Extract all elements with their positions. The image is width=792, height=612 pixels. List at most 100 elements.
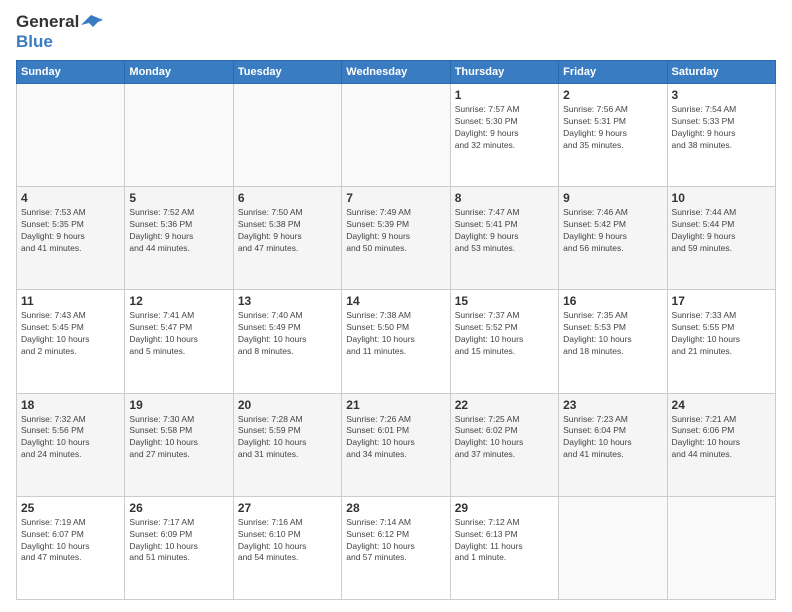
day-number: 26 [129,501,228,515]
calendar-cell: 24 Sunrise: 7:21 AM Sunset: 6:06 PM Dayli… [667,393,775,496]
day-info: Sunrise: 7:38 AM Sunset: 5:50 PM Dayligh… [346,310,445,358]
day-number: 12 [129,294,228,308]
day-number: 24 [672,398,771,412]
calendar-cell: 29 Sunrise: 7:12 AM Sunset: 6:13 PM Dayli… [450,496,558,599]
day-number: 28 [346,501,445,515]
day-info: Sunrise: 7:37 AM Sunset: 5:52 PM Dayligh… [455,310,554,358]
day-info: Sunrise: 7:21 AM Sunset: 6:06 PM Dayligh… [672,414,771,462]
calendar-cell [17,84,125,187]
day-number: 14 [346,294,445,308]
calendar-week-row: 1 Sunrise: 7:57 AM Sunset: 5:30 PM Daylig… [17,84,776,187]
day-info: Sunrise: 7:47 AM Sunset: 5:41 PM Dayligh… [455,207,554,255]
day-info: Sunrise: 7:54 AM Sunset: 5:33 PM Dayligh… [672,104,771,152]
day-number: 5 [129,191,228,205]
day-number: 16 [563,294,662,308]
logo-bird-icon [81,15,103,31]
calendar-cell: 22 Sunrise: 7:25 AM Sunset: 6:02 PM Dayli… [450,393,558,496]
calendar-cell: 7Sunrise: 7:49 AM Sunset: 5:39 PM Daylig… [342,187,450,290]
day-info: Sunrise: 7:32 AM Sunset: 5:56 PM Dayligh… [21,414,120,462]
day-info: Sunrise: 7:26 AM Sunset: 6:01 PM Dayligh… [346,414,445,462]
calendar-cell [342,84,450,187]
day-info: Sunrise: 7:33 AM Sunset: 5:55 PM Dayligh… [672,310,771,358]
calendar-cell: 15 Sunrise: 7:37 AM Sunset: 5:52 PM Dayli… [450,290,558,393]
day-number: 17 [672,294,771,308]
calendar-week-row: 18 Sunrise: 7:32 AM Sunset: 5:56 PM Dayli… [17,393,776,496]
calendar-cell [233,84,341,187]
day-number: 9 [563,191,662,205]
header: General Blue [16,12,776,52]
day-info: Sunrise: 7:17 AM Sunset: 6:09 PM Dayligh… [129,517,228,565]
calendar-cell: 16 Sunrise: 7:35 AM Sunset: 5:53 PM Dayli… [559,290,667,393]
day-number: 3 [672,88,771,102]
calendar-cell: 4 Sunrise: 7:53 AM Sunset: 5:35 PM Daylig… [17,187,125,290]
day-number: 6 [238,191,337,205]
day-number: 10 [672,191,771,205]
calendar-cell: 13Sunrise: 7:40 AM Sunset: 5:49 PM Dayli… [233,290,341,393]
day-info: Sunrise: 7:14 AM Sunset: 6:12 PM Dayligh… [346,517,445,565]
calendar-cell: 17 Sunrise: 7:33 AM Sunset: 5:55 PM Dayli… [667,290,775,393]
day-info: Sunrise: 7:43 AM Sunset: 5:45 PM Dayligh… [21,310,120,358]
day-info: Sunrise: 7:16 AM Sunset: 6:10 PM Dayligh… [238,517,337,565]
day-number: 2 [563,88,662,102]
day-info: Sunrise: 7:12 AM Sunset: 6:13 PM Dayligh… [455,517,554,565]
day-info: Sunrise: 7:49 AM Sunset: 5:39 PM Dayligh… [346,207,445,255]
day-header-sunday: Sunday [17,61,125,84]
day-number: 18 [21,398,120,412]
page: General Blue SundayMondayTuesdayWednesda… [0,0,792,612]
day-info: Sunrise: 7:41 AM Sunset: 5:47 PM Dayligh… [129,310,228,358]
calendar-cell [125,84,233,187]
day-info: Sunrise: 7:53 AM Sunset: 5:35 PM Dayligh… [21,207,120,255]
calendar-table: SundayMondayTuesdayWednesdayThursdayFrid… [16,60,776,600]
logo-general: General [16,12,79,32]
calendar-cell: 26 Sunrise: 7:17 AM Sunset: 6:09 PM Dayli… [125,496,233,599]
calendar-cell: 14 Sunrise: 7:38 AM Sunset: 5:50 PM Dayli… [342,290,450,393]
day-header-friday: Friday [559,61,667,84]
day-info: Sunrise: 7:35 AM Sunset: 5:53 PM Dayligh… [563,310,662,358]
calendar-header-row: SundayMondayTuesdayWednesdayThursdayFrid… [17,61,776,84]
calendar-cell: 12 Sunrise: 7:41 AM Sunset: 5:47 PM Dayli… [125,290,233,393]
day-number: 15 [455,294,554,308]
day-header-thursday: Thursday [450,61,558,84]
day-number: 19 [129,398,228,412]
calendar-week-row: 25Sunrise: 7:19 AM Sunset: 6:07 PM Dayli… [17,496,776,599]
day-number: 4 [21,191,120,205]
day-info: Sunrise: 7:30 AM Sunset: 5:58 PM Dayligh… [129,414,228,462]
day-number: 1 [455,88,554,102]
day-header-saturday: Saturday [667,61,775,84]
calendar-cell: 1 Sunrise: 7:57 AM Sunset: 5:30 PM Daylig… [450,84,558,187]
calendar-cell: 18 Sunrise: 7:32 AM Sunset: 5:56 PM Dayli… [17,393,125,496]
day-info: Sunrise: 7:28 AM Sunset: 5:59 PM Dayligh… [238,414,337,462]
calendar-cell: 20Sunrise: 7:28 AM Sunset: 5:59 PM Dayli… [233,393,341,496]
day-info: Sunrise: 7:56 AM Sunset: 5:31 PM Dayligh… [563,104,662,152]
day-number: 13 [238,294,337,308]
day-info: Sunrise: 7:25 AM Sunset: 6:02 PM Dayligh… [455,414,554,462]
day-number: 29 [455,501,554,515]
logo: General Blue [16,12,103,52]
calendar-cell [559,496,667,599]
day-number: 27 [238,501,337,515]
day-info: Sunrise: 7:44 AM Sunset: 5:44 PM Dayligh… [672,207,771,255]
logo-blue: Blue [16,32,53,51]
calendar-cell: 11 Sunrise: 7:43 AM Sunset: 5:45 PM Dayli… [17,290,125,393]
calendar-cell: 10 Sunrise: 7:44 AM Sunset: 5:44 PM Dayli… [667,187,775,290]
day-number: 23 [563,398,662,412]
calendar-cell: 8Sunrise: 7:47 AM Sunset: 5:41 PM Daylig… [450,187,558,290]
calendar-cell: 5 Sunrise: 7:52 AM Sunset: 5:36 PM Daylig… [125,187,233,290]
day-info: Sunrise: 7:50 AM Sunset: 5:38 PM Dayligh… [238,207,337,255]
day-number: 22 [455,398,554,412]
calendar-cell: 19 Sunrise: 7:30 AM Sunset: 5:58 PM Dayli… [125,393,233,496]
calendar-cell: 9 Sunrise: 7:46 AM Sunset: 5:42 PM Daylig… [559,187,667,290]
day-number: 21 [346,398,445,412]
calendar-week-row: 11 Sunrise: 7:43 AM Sunset: 5:45 PM Dayli… [17,290,776,393]
day-number: 25 [21,501,120,515]
day-info: Sunrise: 7:52 AM Sunset: 5:36 PM Dayligh… [129,207,228,255]
calendar-cell: 21 Sunrise: 7:26 AM Sunset: 6:01 PM Dayli… [342,393,450,496]
day-number: 11 [21,294,120,308]
day-header-wednesday: Wednesday [342,61,450,84]
calendar-cell: 2 Sunrise: 7:56 AM Sunset: 5:31 PM Daylig… [559,84,667,187]
day-info: Sunrise: 7:57 AM Sunset: 5:30 PM Dayligh… [455,104,554,152]
calendar-cell: 28 Sunrise: 7:14 AM Sunset: 6:12 PM Dayli… [342,496,450,599]
day-info: Sunrise: 7:46 AM Sunset: 5:42 PM Dayligh… [563,207,662,255]
calendar-cell: 27 Sunrise: 7:16 AM Sunset: 6:10 PM Dayli… [233,496,341,599]
calendar-cell: 23Sunrise: 7:23 AM Sunset: 6:04 PM Dayli… [559,393,667,496]
